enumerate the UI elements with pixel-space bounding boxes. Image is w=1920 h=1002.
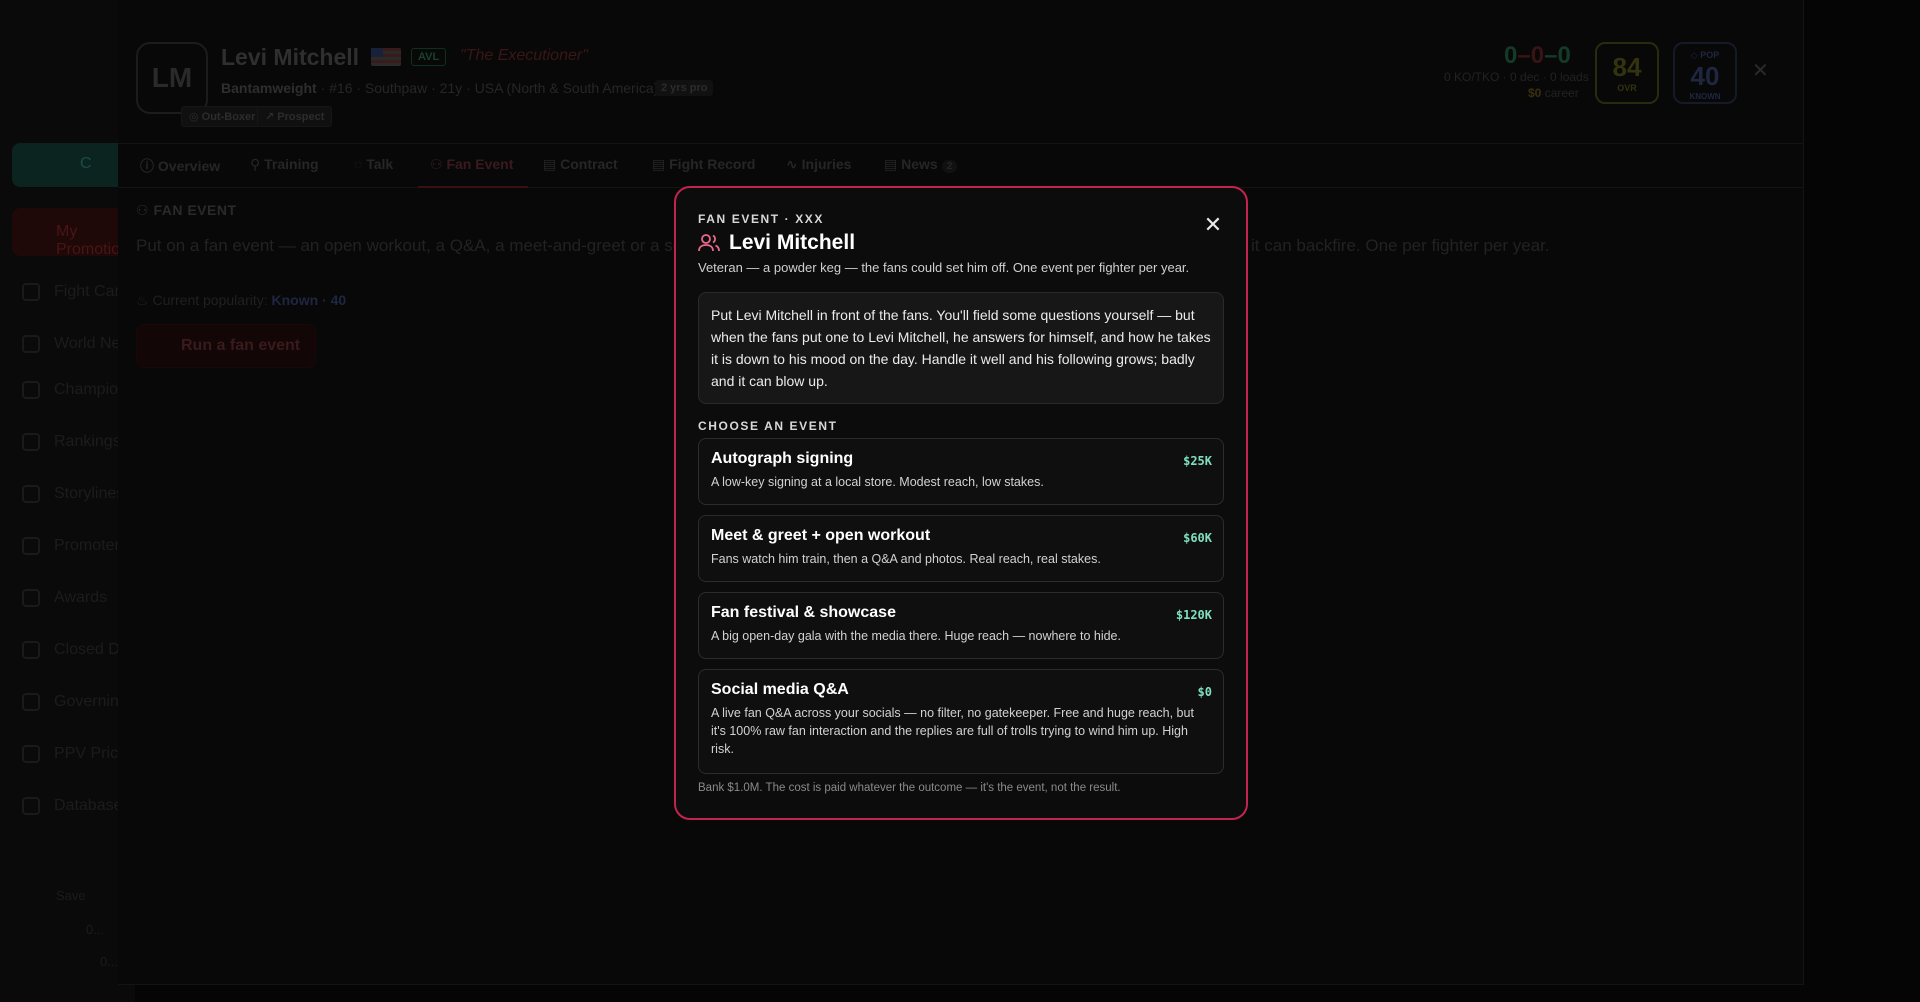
style-tag: ◎ Out-Boxer: [181, 106, 264, 127]
experience-badge: 2 yrs pro: [655, 80, 714, 96]
book-icon: [22, 485, 40, 503]
record-breakdown: 0 KO/TKO · 0 dec · 0 loads: [1444, 70, 1589, 84]
current-popularity: ♨ Current popularity: Known · 40: [136, 292, 347, 308]
fighter-name: Levi Mitchell: [221, 44, 360, 70]
tab-contract[interactable]: ▤ Contract: [543, 156, 618, 173]
event-cost: $60K: [1183, 531, 1212, 545]
tab-training[interactable]: ⚲ Training: [250, 156, 319, 173]
tab-overview[interactable]: ⓘ Overview: [140, 156, 220, 176]
modal-title-row: Levi Mitchell: [698, 231, 855, 255]
tab-news[interactable]: ▤ News 2: [884, 156, 958, 173]
star-icon: [22, 641, 40, 659]
usa-flag-icon: [371, 48, 401, 66]
calendar-icon: [22, 745, 40, 763]
modal-footer-note: Bank $1.0M. The cost is paid whatever th…: [698, 782, 1121, 794]
status-badge: AVL: [411, 48, 447, 66]
modal-intro: Put Levi Mitchell in front of the fans. …: [698, 292, 1224, 404]
close-modal-button[interactable]: ✕: [1200, 212, 1226, 238]
tab-bar: ⓘ Overview ⚲ Training ◌ Talk ⚇ Fan Event…: [118, 143, 1804, 188]
save-slot[interactable]: 0...: [100, 954, 118, 969]
popularity-rating: ◇ POP 40 KNOWN: [1673, 42, 1737, 104]
fan-event-modal: FAN EVENT · XXX Levi Mitchell ✕ Veteran …: [674, 186, 1248, 820]
award-icon: [22, 589, 40, 607]
section-title: ⚇ FAN EVENT: [136, 202, 237, 218]
modal-subtitle: Veteran — a powder keg — the fans could …: [698, 260, 1190, 275]
event-cost: $120K: [1175, 608, 1212, 622]
ovr-rating: 84 OVR: [1595, 42, 1659, 104]
tab-talk[interactable]: ◌ Talk: [354, 156, 393, 172]
choose-event-label: CHOOSE AN EVENT: [698, 419, 838, 433]
left-sidebar: C My Promotion Fight Card World News Cha…: [0, 0, 152, 1002]
fighter-nickname: "The Executioner": [460, 47, 588, 64]
event-cost: $0: [1197, 685, 1212, 699]
modal-eyebrow: FAN EVENT · XXX: [698, 212, 825, 226]
fighter-meta: Bantamweight · #16 · Southpaw · 21y · US…: [221, 80, 659, 96]
users-icon: [698, 234, 720, 252]
users-icon: [22, 797, 40, 815]
fight-record: 0–0–0: [1504, 42, 1571, 69]
career-earnings: $0 career: [1528, 86, 1579, 100]
modal-title: Levi Mitchell: [729, 231, 856, 254]
news-icon: [22, 335, 40, 353]
tab-injuries[interactable]: ∿ Injuries: [786, 156, 851, 173]
run-fan-event-button[interactable]: Run a fan event: [136, 324, 316, 368]
trophy-icon: [22, 433, 40, 451]
prospect-tag: ↗ Prospect: [257, 106, 333, 127]
building-icon: [22, 693, 40, 711]
event-option-social-media[interactable]: Social media Q&A $0 A live fan Q&A acros…: [698, 669, 1224, 774]
save-label: Save: [56, 888, 86, 903]
event-option-autograph[interactable]: Autograph signing $25K A low-key signing…: [698, 438, 1224, 505]
tab-fan-event[interactable]: ⚇ Fan Event: [430, 156, 513, 173]
event-option-fan-festival[interactable]: Fan festival & showcase $120K A big open…: [698, 592, 1224, 659]
trophy-icon: [22, 537, 40, 555]
save-slot[interactable]: 0...: [86, 922, 104, 937]
avatar: LM: [136, 42, 208, 114]
event-option-meet-greet[interactable]: Meet & greet + open workout $60K Fans wa…: [698, 515, 1224, 582]
calendar-icon: [22, 283, 40, 301]
tab-fight-record[interactable]: ▤ Fight Record: [652, 156, 755, 173]
active-tab-indicator: [418, 186, 528, 188]
close-icon[interactable]: ✕: [1752, 58, 1769, 83]
trophy-icon: [22, 381, 40, 399]
event-cost: $25K: [1183, 454, 1212, 468]
